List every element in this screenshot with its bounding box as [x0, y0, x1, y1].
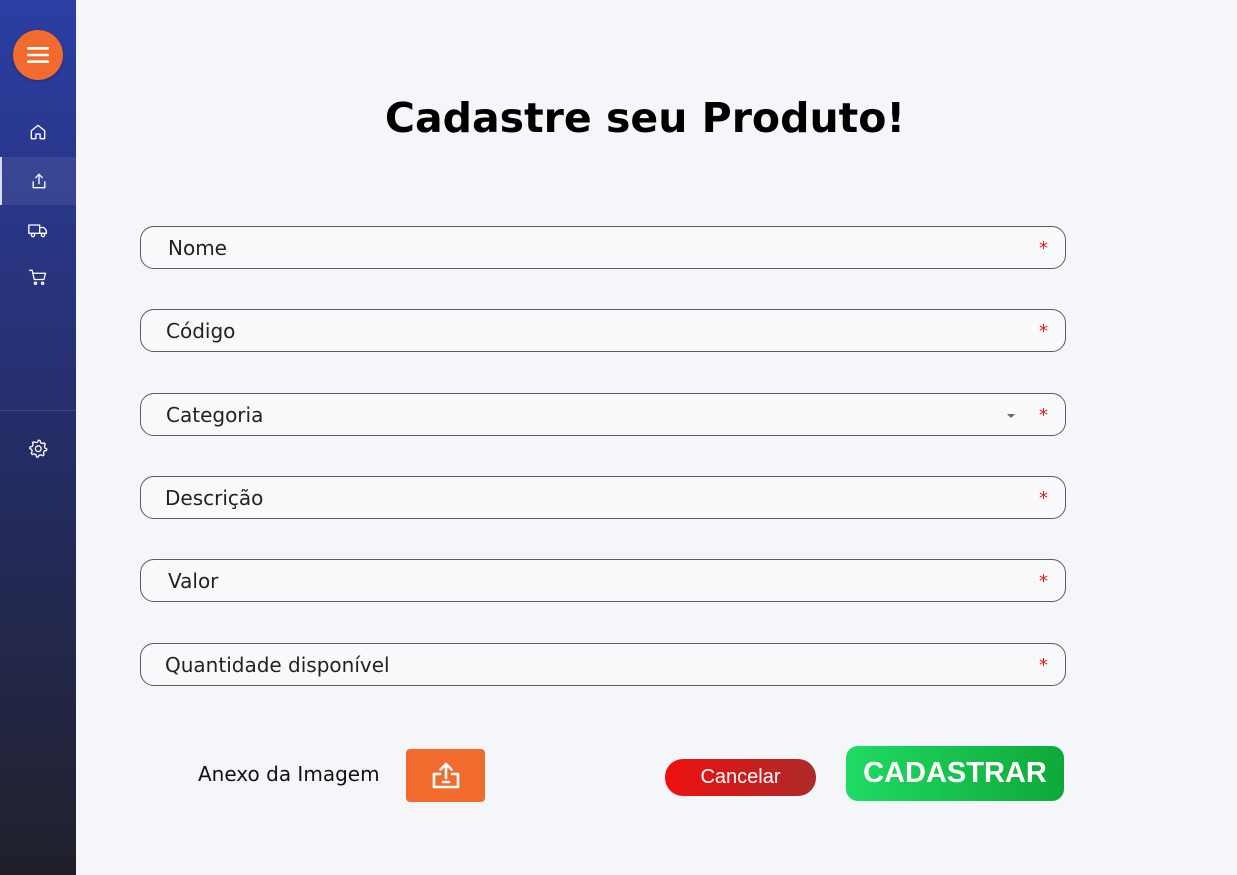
shopping-cart-icon — [29, 269, 47, 286]
quantity-field[interactable]: * — [140, 643, 1066, 686]
upload-icon — [432, 762, 459, 788]
upload-icon — [32, 173, 46, 189]
home-icon — [30, 124, 46, 140]
menu-button[interactable] — [13, 30, 63, 80]
truck-icon — [28, 224, 47, 238]
required-mark: * — [1039, 655, 1048, 676]
sidebar-item-register-product[interactable] — [0, 157, 76, 205]
sidebar-item-home[interactable] — [0, 108, 76, 156]
code-input[interactable] — [166, 318, 986, 343]
name-field[interactable]: * — [140, 226, 1066, 269]
sidebar-item-cart[interactable] — [0, 253, 76, 301]
image-attachment-label: Anexo da Imagem — [198, 762, 380, 786]
image-upload-button[interactable] — [406, 749, 485, 802]
required-mark: * — [1039, 405, 1048, 426]
name-input[interactable] — [168, 235, 988, 260]
gear-icon — [28, 439, 47, 458]
required-mark: * — [1039, 571, 1048, 592]
hamburger-menu-icon — [27, 47, 49, 63]
submit-button[interactable]: CADASTRAR — [846, 746, 1064, 801]
required-mark: * — [1039, 238, 1048, 259]
page-title: Cadastre seu Produto! — [384, 94, 906, 142]
category-select[interactable]: * — [140, 393, 1066, 436]
category-input[interactable] — [166, 402, 986, 427]
description-field[interactable]: * — [140, 476, 1066, 519]
sidebar — [0, 0, 76, 875]
sidebar-item-settings[interactable] — [0, 424, 76, 472]
required-mark: * — [1039, 321, 1048, 342]
value-field[interactable]: * — [140, 559, 1066, 602]
dropdown-caret-icon[interactable] — [1007, 414, 1015, 418]
required-mark: * — [1039, 488, 1048, 509]
value-input[interactable] — [168, 568, 988, 593]
sidebar-divider — [0, 410, 76, 411]
description-input[interactable] — [165, 485, 985, 510]
sidebar-item-deliveries[interactable] — [0, 206, 76, 254]
cancel-button[interactable]: Cancelar — [665, 759, 816, 796]
quantity-input[interactable] — [165, 652, 985, 677]
code-field[interactable]: * — [140, 309, 1066, 352]
